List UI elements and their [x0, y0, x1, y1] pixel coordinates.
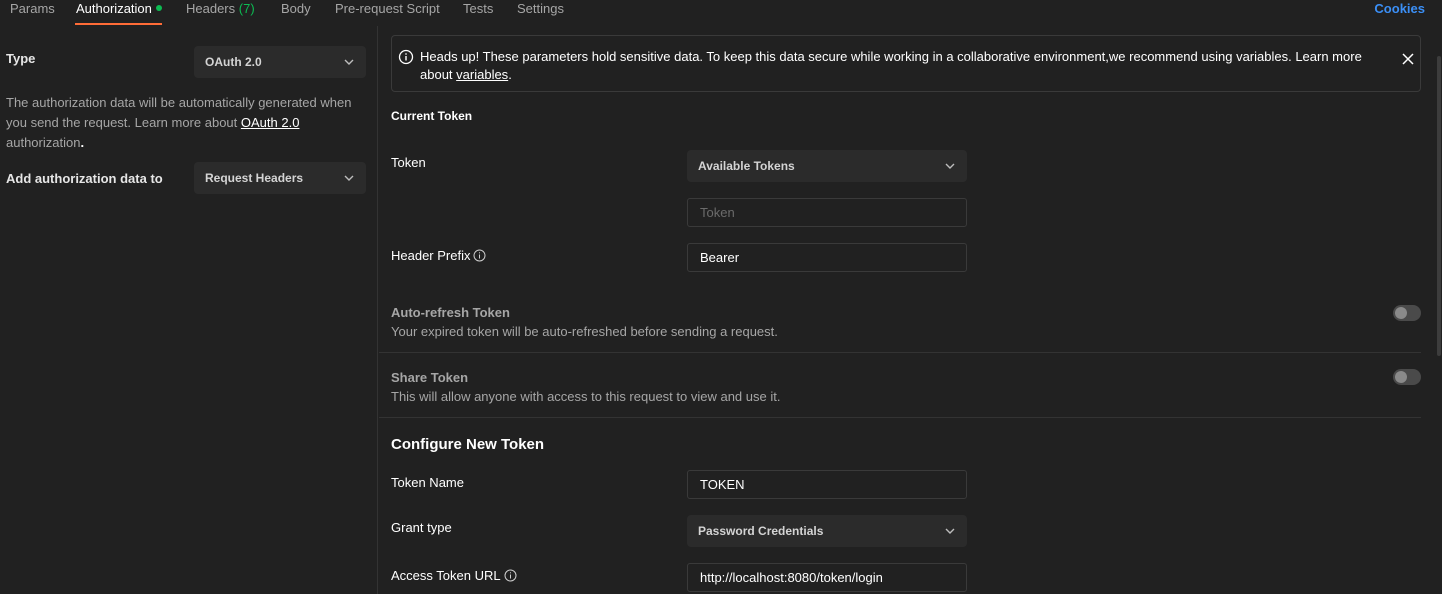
header-prefix-text: Header Prefix	[391, 248, 471, 263]
banner-message: Heads up! These parameters hold sensitiv…	[420, 49, 1362, 82]
divider	[379, 352, 1421, 353]
tab-prerequest-script[interactable]: Pre-request Script	[335, 1, 440, 16]
token-label: Token	[391, 155, 426, 170]
available-tokens-select[interactable]: Available Tokens	[687, 150, 967, 182]
divider	[379, 417, 1421, 418]
header-prefix-label: Header Prefix	[391, 248, 486, 265]
chevron-down-icon	[945, 150, 955, 182]
oauth-learn-more-link[interactable]: OAuth 2.0	[241, 115, 300, 130]
add-auth-data-value: Request Headers	[205, 171, 304, 185]
share-token-description: This will allow anyone with access to th…	[391, 389, 781, 404]
auth-type-panel: Type OAuth 2.0 The authorization data wi…	[0, 26, 378, 594]
info-icon	[473, 249, 486, 265]
tab-authorization[interactable]: Authorization	[76, 1, 162, 16]
scrollbar[interactable]	[1437, 56, 1441, 356]
token-name-label: Token Name	[391, 475, 464, 490]
auto-refresh-toggle[interactable]	[1393, 305, 1421, 321]
configure-new-token-title: Configure New Token	[391, 436, 545, 453]
grant-type-value: Password Credentials	[698, 524, 824, 538]
tab-tests[interactable]: Tests	[463, 1, 493, 16]
tab-settings[interactable]: Settings	[517, 1, 564, 16]
request-tabs: Params Authorization Headers (7) Body Pr…	[0, 0, 1442, 26]
oauth-config-panel: Heads up! These parameters hold sensitiv…	[379, 26, 1442, 594]
add-auth-data-select[interactable]: Request Headers	[194, 162, 366, 194]
grant-type-label: Grant type	[391, 520, 452, 535]
chevron-down-icon	[344, 162, 354, 194]
add-auth-data-label: Add authorization data to	[6, 171, 163, 186]
info-icon	[398, 49, 414, 68]
tab-params[interactable]: Params	[10, 1, 55, 16]
grant-type-select[interactable]: Password Credentials	[687, 515, 967, 547]
share-token-title: Share Token	[391, 370, 469, 385]
type-label: Type	[6, 51, 36, 66]
info-icon	[504, 569, 517, 585]
tab-headers-label: Headers	[186, 1, 236, 16]
auth-description-text: The authorization data will be automatic…	[6, 95, 352, 130]
current-token-title: Current Token	[391, 109, 473, 123]
auth-description-period: .	[80, 135, 85, 150]
active-dot-icon	[155, 5, 162, 11]
headers-count: (7)	[238, 1, 255, 16]
auto-refresh-title: Auto-refresh Token	[391, 305, 510, 320]
auth-type-select[interactable]: OAuth 2.0	[194, 46, 366, 78]
close-icon[interactable]	[1402, 53, 1414, 68]
share-token-toggle[interactable]	[1393, 369, 1421, 385]
banner-text: Heads up! These parameters hold sensitiv…	[420, 48, 1395, 84]
access-token-url-text: Access Token URL	[391, 568, 501, 583]
chevron-down-icon	[945, 515, 955, 547]
chevron-down-icon	[344, 46, 354, 78]
auth-description: The authorization data will be automatic…	[6, 93, 361, 153]
banner-end: .	[508, 67, 512, 82]
auto-refresh-description: Your expired token will be auto-refreshe…	[391, 324, 778, 339]
active-tab-underline	[75, 23, 162, 25]
tab-headers[interactable]: Headers (7)	[186, 1, 255, 16]
token-name-input[interactable]: TOKEN	[687, 470, 967, 499]
tab-body[interactable]: Body	[281, 1, 311, 16]
sensitive-data-banner: Heads up! These parameters hold sensitiv…	[391, 35, 1421, 92]
auth-type-value: OAuth 2.0	[205, 55, 262, 69]
token-input[interactable]: Token	[687, 198, 967, 227]
cookies-link[interactable]: Cookies	[1374, 1, 1425, 16]
access-token-url-label: Access Token URL	[391, 568, 517, 585]
tab-authorization-label: Authorization	[76, 1, 152, 16]
variables-link[interactable]: variables	[456, 67, 508, 82]
header-prefix-input[interactable]: Bearer	[687, 243, 967, 272]
available-tokens-value: Available Tokens	[698, 159, 795, 173]
auth-description-end: authorization	[6, 135, 81, 150]
access-token-url-input[interactable]: http://localhost:8080/token/login	[687, 563, 967, 592]
